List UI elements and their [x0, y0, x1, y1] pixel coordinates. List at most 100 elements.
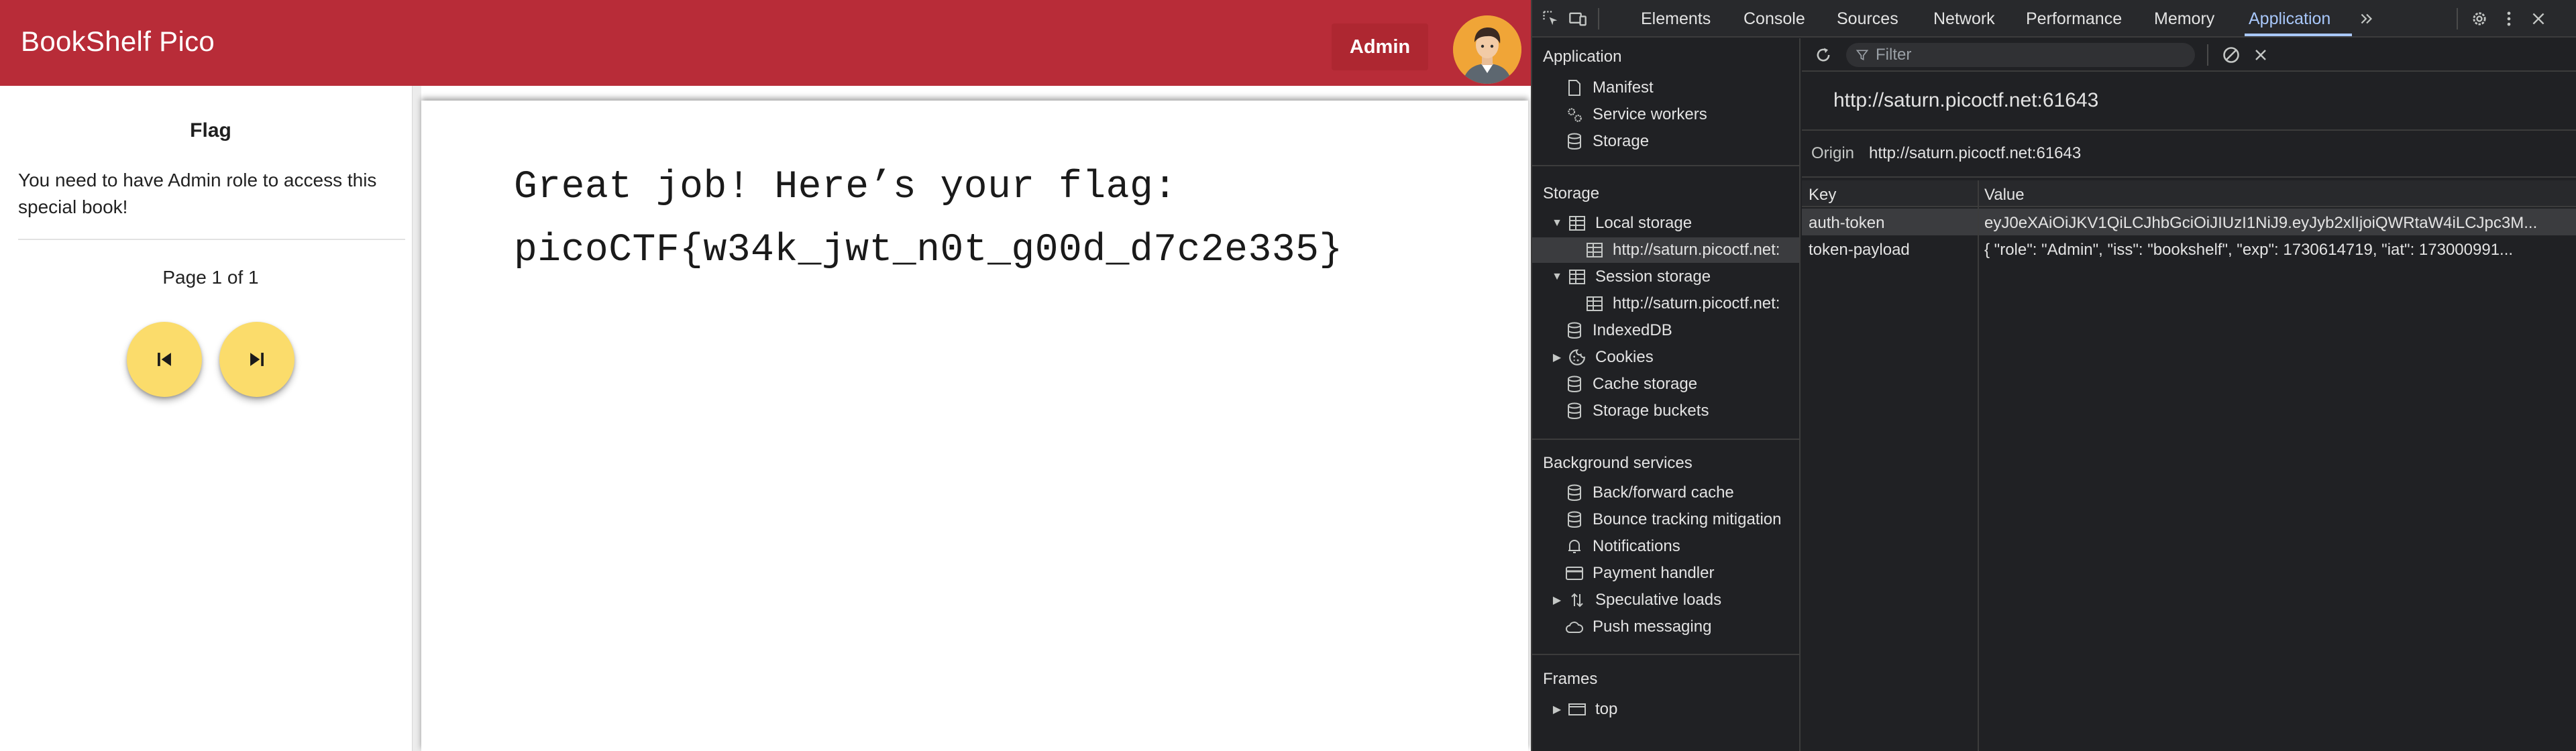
- book-sidebar: Flag You need to have Admin role to acce…: [0, 86, 412, 751]
- key-value-table: Key Value auth-token eyJ0eXAiOiJKV1QiLCJ…: [1802, 180, 2576, 751]
- table-row[interactable]: token-payload { "role": "Admin", "iss": …: [1802, 235, 2576, 262]
- table-header: Key Value: [1802, 180, 2576, 207]
- sidebar-item-frame-top[interactable]: ▶ top: [1551, 697, 1618, 722]
- sidebar-item-storage[interactable]: Storage: [1564, 129, 1649, 154]
- sidebar-item-label: Cache storage: [1593, 375, 1698, 393]
- sidebar-item-cookies[interactable]: ▶ Cookies: [1551, 345, 1654, 370]
- inspect-element-icon[interactable]: [1539, 7, 1563, 31]
- sidebar-item-label: Local storage: [1595, 214, 1693, 232]
- sidebar-item-label: Service workers: [1593, 105, 1707, 123]
- bookshelf-app: BookShelf Pico Admin Flag You need to ha…: [0, 0, 1531, 751]
- more-tabs-icon[interactable]: [2355, 7, 2379, 31]
- close-devtools-icon[interactable]: [2526, 7, 2551, 31]
- clear-all-icon[interactable]: [2219, 43, 2243, 67]
- sidebar-item-indexeddb[interactable]: IndexedDB: [1564, 318, 1672, 343]
- expanded-triangle-icon[interactable]: ▼: [1551, 217, 1563, 229]
- column-divider[interactable]: [1978, 180, 1979, 751]
- sidebar-item-bounce-tracking[interactable]: Bounce tracking mitigation: [1564, 507, 1781, 532]
- sidebar-item-label: http://saturn.picoctf.net:: [1613, 241, 1780, 259]
- collapsed-triangle-icon[interactable]: ▶: [1551, 703, 1563, 716]
- sidebar-item-payment-handler[interactable]: Payment handler: [1564, 561, 1714, 586]
- database-icon: [1564, 510, 1585, 530]
- database-icon: [1564, 401, 1585, 421]
- row-key: token-payload: [1809, 241, 1910, 259]
- sidebar-item-local-storage[interactable]: ▼ Local storage: [1551, 211, 1692, 236]
- book-text-line: Great job! Here’s your flag:: [514, 166, 1177, 209]
- avatar[interactable]: [1453, 15, 1521, 84]
- sidebar-item-label: IndexedDB: [1593, 321, 1672, 339]
- origin-label: Origin: [1811, 144, 1855, 162]
- storage-origin-title: http://saturn.picoctf.net:61643: [1833, 89, 2099, 111]
- cookie-icon: [1567, 347, 1587, 367]
- local-storage-view: Filter http://saturn.picoctf.net:61643 O…: [1802, 38, 2576, 751]
- more-options-icon[interactable]: [2497, 7, 2521, 31]
- database-icon: [1564, 321, 1585, 341]
- column-header-key[interactable]: Key: [1809, 186, 1836, 205]
- filter-placeholder: Filter: [1876, 46, 1912, 64]
- sidebar-item-cache-storage[interactable]: Cache storage: [1564, 371, 1697, 397]
- sidebar-item-storage-buckets[interactable]: Storage buckets: [1564, 398, 1709, 424]
- toolbar-separator: [2207, 44, 2208, 66]
- device-toolbar-icon[interactable]: [1566, 7, 1590, 31]
- database-icon: [1564, 483, 1585, 503]
- sidebar-item-push-messaging[interactable]: Push messaging: [1564, 614, 1711, 640]
- sidebar-item-session-storage-origin[interactable]: http://saturn.picoctf.net:: [1585, 291, 1780, 316]
- sidebar-item-label: Back/forward cache: [1593, 483, 1734, 502]
- section-divider: [1532, 439, 1799, 440]
- book-page: Great job! Here’s your flag: picoCTF{w34…: [421, 101, 1528, 751]
- table-icon: [1585, 240, 1605, 260]
- admin-button[interactable]: Admin: [1332, 23, 1428, 70]
- tab-memory[interactable]: Memory: [2154, 9, 2214, 29]
- skip-next-icon: [250, 353, 264, 366]
- refresh-icon[interactable]: [1811, 43, 1835, 67]
- frame-window-icon: [1567, 699, 1587, 719]
- sidebar-item-local-storage-origin[interactable]: http://saturn.picoctf.net:: [1532, 237, 1799, 263]
- table-icon: [1585, 294, 1605, 314]
- database-icon: [1564, 131, 1585, 152]
- origin-value: http://saturn.picoctf.net:61643: [1869, 144, 2082, 162]
- sidebar-item-session-storage[interactable]: ▼ Session storage: [1551, 264, 1711, 290]
- tab-network[interactable]: Network: [1933, 9, 1995, 29]
- sidebar-item-speculative-loads[interactable]: ▶ Speculative loads: [1551, 587, 1721, 613]
- flag-text: picoCTF{w34k_jwt_n0t_g00d_d7c2e335}: [514, 229, 1343, 272]
- sidebar-divider: [18, 239, 405, 240]
- devtools-toolbar: Elements Console Sources Network Perform…: [1532, 0, 2576, 38]
- collapsed-triangle-icon[interactable]: ▶: [1551, 593, 1563, 607]
- column-header-value[interactable]: Value: [1984, 186, 2025, 205]
- expanded-triangle-icon[interactable]: ▼: [1551, 271, 1563, 283]
- sidebar-item-label: Storage buckets: [1593, 402, 1709, 420]
- section-storage-title: Storage: [1543, 184, 1600, 203]
- sidebar-item-label: Bounce tracking mitigation: [1593, 510, 1782, 528]
- tab-application[interactable]: Application: [2249, 9, 2330, 29]
- sidebar-item-service-workers[interactable]: Service workers: [1564, 102, 1707, 127]
- sidebar-item-manifest[interactable]: Manifest: [1564, 75, 1654, 101]
- swap-arrows-icon: [1567, 590, 1587, 610]
- previous-page-button[interactable]: [127, 322, 202, 397]
- book-description: You need to have Admin role to access th…: [18, 170, 377, 217]
- sidebar-item-label: Payment handler: [1593, 564, 1715, 582]
- settings-gear-icon[interactable]: [2467, 7, 2491, 31]
- row-value: { "role": "Admin", "iss": "bookshelf", "…: [1984, 241, 2514, 259]
- sidebar-item-notifications[interactable]: Notifications: [1564, 534, 1680, 559]
- sidebar-item-back-forward-cache[interactable]: Back/forward cache: [1564, 480, 1734, 506]
- row-value: eyJ0eXAiOiJKV1QiLCJhbGciOiJIUzI1NiJ9.eyJ…: [1984, 214, 2538, 232]
- delete-selected-icon[interactable]: [2249, 43, 2273, 67]
- tab-elements[interactable]: Elements: [1641, 9, 1711, 29]
- sidebar-item-label: Storage: [1593, 132, 1650, 150]
- toolbar-separator: [2457, 8, 2458, 30]
- table-row[interactable]: auth-token eyJ0eXAiOiJKV1QiLCJhbGciOiJIU…: [1802, 209, 2576, 235]
- next-page-button[interactable]: [219, 322, 294, 397]
- credit-card-icon: [1564, 563, 1585, 583]
- devtools-panel: Elements Console Sources Network Perform…: [1531, 0, 2576, 751]
- collapsed-triangle-icon[interactable]: ▶: [1551, 351, 1563, 364]
- application-sidebar: Application Manifest Service workers Sto…: [1532, 38, 1801, 751]
- section-divider: [1532, 165, 1799, 166]
- table-icon: [1567, 213, 1587, 233]
- sidebar-item-label: top: [1595, 700, 1618, 718]
- sidebar-item-label: Manifest: [1593, 78, 1654, 97]
- tab-sources[interactable]: Sources: [1837, 9, 1898, 29]
- storage-toolbar: Filter: [1802, 38, 2576, 72]
- tab-performance[interactable]: Performance: [2026, 9, 2122, 29]
- tab-console[interactable]: Console: [1743, 9, 1805, 29]
- filter-input[interactable]: Filter: [1846, 43, 2195, 67]
